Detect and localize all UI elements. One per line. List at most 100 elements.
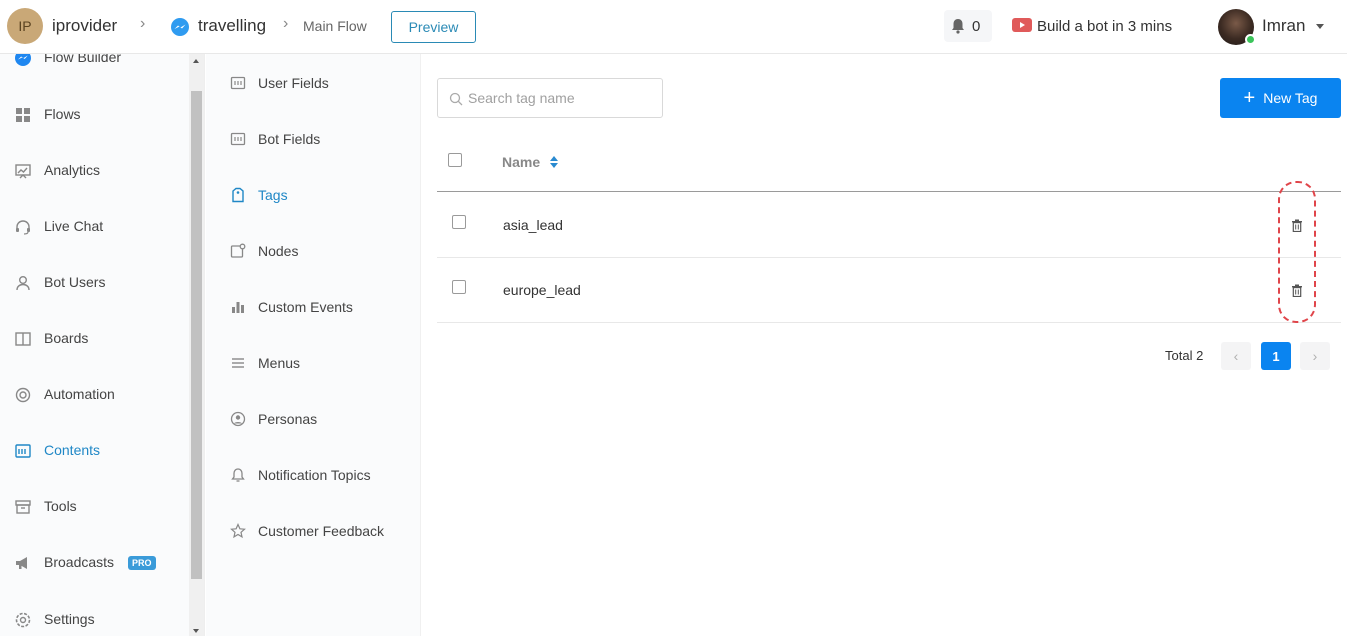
plus-icon: + — [1243, 87, 1256, 109]
sidebar: Flow Builder Flows Analytics Live Chat B… — [0, 54, 205, 636]
contents-subnav: User Fields Bot Fields Tags Nodes Custom… — [206, 54, 421, 636]
user-icon — [16, 276, 30, 291]
prev-page-button[interactable]: ‹ — [1221, 342, 1251, 370]
scroll-down-arrow-icon[interactable] — [193, 629, 199, 633]
subnav-item-user-fields[interactable]: User Fields — [206, 65, 421, 101]
subnav-item-label: Menus — [258, 355, 301, 371]
trash-icon[interactable] — [1291, 284, 1303, 297]
tag-name: europe_lead — [503, 282, 581, 298]
sort-icon[interactable] — [549, 155, 559, 169]
breadcrumb-separator: › — [140, 15, 146, 32]
scrollbar-thumb[interactable] — [191, 91, 202, 579]
tags-content: + New Tag Name asia_lead europe_ — [422, 54, 1347, 636]
tag-icon — [232, 187, 244, 203]
subnav-item-label: Notification Topics — [258, 467, 371, 483]
select-all-checkbox[interactable] — [448, 153, 462, 167]
table-row: europe_lead — [437, 258, 1341, 323]
megaphone-icon — [16, 557, 27, 569]
breadcrumb-separator: › — [283, 15, 289, 32]
sidebar-item-flows[interactable]: Flows — [0, 97, 188, 133]
build-bot-link[interactable]: Build a bot in 3 mins — [1037, 18, 1172, 35]
trash-icon[interactable] — [1291, 219, 1303, 232]
new-tag-label: New Tag — [1263, 90, 1318, 106]
star-icon — [230, 523, 246, 539]
subnav-item-personas[interactable]: Personas — [206, 401, 421, 437]
sidebar-item-boards[interactable]: Boards — [0, 321, 188, 357]
subnav-item-label: Personas — [258, 411, 318, 427]
search-field[interactable] — [437, 78, 663, 118]
board-icon — [15, 332, 31, 346]
notifications-button[interactable]: 0 — [944, 10, 992, 42]
bell-icon — [952, 19, 964, 34]
next-page-button[interactable]: › — [1300, 342, 1330, 370]
online-status-dot — [1245, 34, 1256, 45]
subnav-item-menus[interactable]: Menus — [206, 345, 421, 381]
subnav-item-nodes[interactable]: Nodes — [206, 233, 421, 269]
sidebar-item-label: Bot Users — [44, 274, 106, 290]
subnav-item-tags[interactable]: Tags — [206, 177, 421, 213]
persona-icon — [230, 411, 246, 427]
breadcrumb-flow[interactable]: Main Flow — [303, 18, 367, 34]
subnav-item-notification-topics[interactable]: Notification Topics — [206, 457, 421, 493]
sidebar-item-automation[interactable]: Automation — [0, 377, 188, 413]
notification-count: 0 — [972, 18, 981, 35]
sidebar-item-label: Flows — [44, 106, 81, 122]
node-icon — [230, 243, 246, 258]
field-icon — [230, 76, 246, 90]
tag-name: asia_lead — [503, 217, 563, 233]
sidebar-scrollbar[interactable] — [189, 54, 204, 636]
subnav-item-customer-feedback[interactable]: Customer Feedback — [206, 513, 421, 549]
sidebar-item-label: Flow Builder — [44, 54, 122, 65]
subnav-item-label: Nodes — [258, 243, 299, 259]
sidebar-item-settings[interactable]: Settings — [0, 602, 188, 636]
bot-name[interactable]: travelling — [198, 16, 266, 36]
row-checkbox[interactable] — [452, 215, 466, 229]
search-input[interactable] — [468, 80, 658, 116]
preview-button[interactable]: Preview — [391, 11, 476, 43]
row-checkbox[interactable] — [452, 280, 466, 294]
menu-icon — [232, 358, 244, 368]
messenger-icon — [15, 54, 31, 66]
caret-down-icon[interactable] — [1316, 24, 1324, 29]
user-name[interactable]: Imran — [1262, 16, 1305, 36]
subnav-item-custom-events[interactable]: Custom Events — [206, 289, 421, 325]
subnav-item-bot-fields[interactable]: Bot Fields — [206, 121, 421, 157]
workspace-name[interactable]: iprovider — [52, 16, 117, 36]
sidebar-item-label: Tools — [44, 498, 77, 514]
automation-icon — [15, 387, 31, 403]
messenger-icon — [171, 18, 189, 36]
sidebar-item-broadcasts[interactable]: Broadcasts PRO — [0, 545, 188, 581]
sidebar-item-label: Settings — [44, 611, 95, 627]
contents-icon — [15, 444, 31, 458]
subnav-item-label: User Fields — [258, 75, 329, 91]
sidebar-item-bot-users[interactable]: Bot Users — [0, 265, 188, 301]
subnav-item-label: Bot Fields — [258, 131, 321, 147]
table-header: Name — [437, 134, 1341, 192]
sidebar-item-flow-builder[interactable]: Flow Builder — [0, 54, 188, 76]
sidebar-item-label: Analytics — [44, 162, 101, 178]
subnav-item-label: Customer Feedback — [258, 523, 385, 539]
top-bar: IP iprovider › travelling › Main Flow Pr… — [0, 0, 1347, 54]
bar-chart-icon — [232, 302, 244, 313]
column-header-name[interactable]: Name — [502, 154, 540, 170]
subnav-item-label: Custom Events — [258, 299, 353, 315]
workspace-avatar[interactable]: IP — [7, 8, 43, 44]
headset-icon — [16, 220, 30, 235]
page-1-button[interactable]: 1 — [1261, 342, 1291, 370]
bell-icon — [231, 468, 245, 482]
gear-icon — [15, 612, 31, 628]
search-icon — [449, 92, 463, 106]
tools-icon — [15, 500, 31, 514]
youtube-icon[interactable] — [1012, 18, 1032, 32]
subnav-item-label: Tags — [258, 187, 288, 203]
new-tag-button[interactable]: + New Tag — [1220, 78, 1341, 118]
sidebar-item-contents[interactable]: Contents — [0, 433, 188, 469]
scroll-up-arrow-icon[interactable] — [193, 59, 199, 63]
sidebar-item-analytics[interactable]: Analytics — [0, 153, 188, 189]
field-icon — [230, 132, 246, 146]
sidebar-item-label: Automation — [44, 386, 115, 402]
sidebar-item-live-chat[interactable]: Live Chat — [0, 209, 188, 245]
pagination: Total 2 ‹ 1 › — [422, 342, 1347, 370]
sidebar-item-tools[interactable]: Tools — [0, 489, 188, 525]
analytics-icon — [15, 164, 31, 179]
